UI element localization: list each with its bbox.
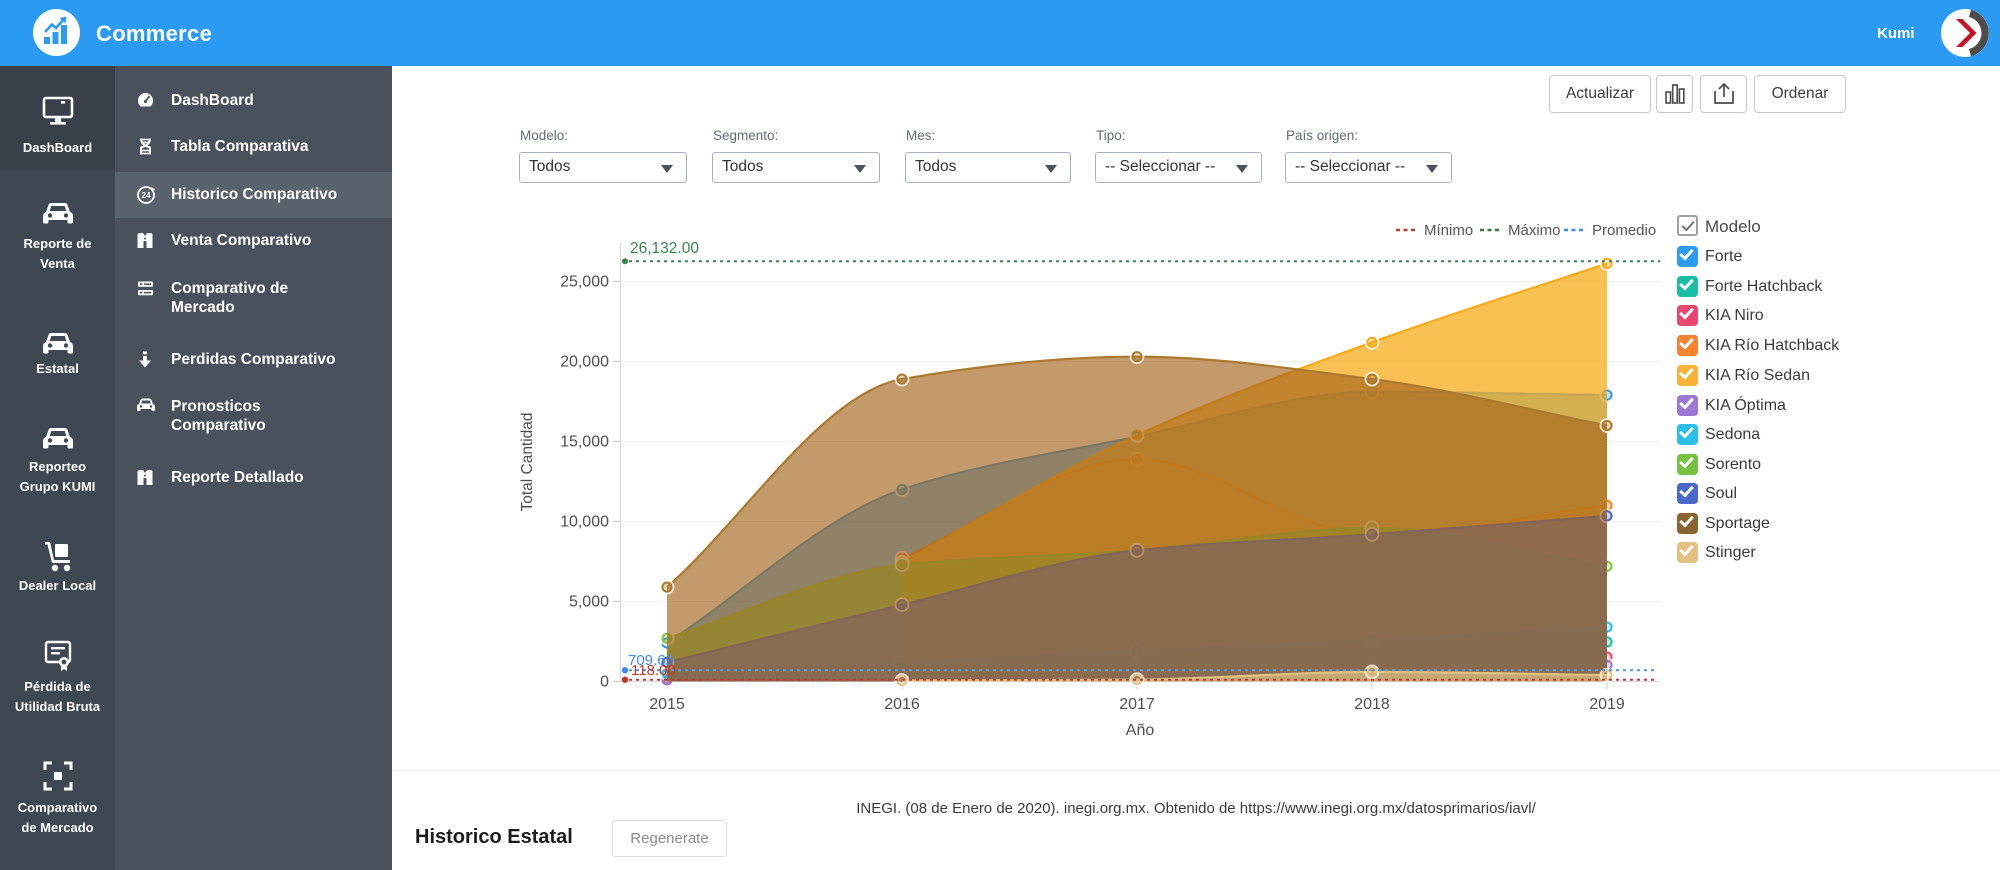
svg-text:25,000: 25,000	[560, 274, 609, 291]
svg-text:15,000: 15,000	[560, 434, 609, 451]
svg-text:2018: 2018	[1354, 696, 1390, 713]
svg-text:118.00: 118.00	[631, 662, 676, 679]
svg-text:Mínimo: Mínimo	[1424, 222, 1473, 239]
svg-text:0: 0	[600, 674, 609, 691]
svg-text:10,000: 10,000	[560, 514, 609, 531]
svg-text:Promedio: Promedio	[1592, 222, 1656, 239]
svg-text:20,000: 20,000	[560, 354, 609, 371]
svg-text:2017: 2017	[1119, 696, 1155, 713]
svg-text:2016: 2016	[884, 696, 920, 713]
svg-text:2019: 2019	[1589, 696, 1625, 713]
svg-text:26,132.00: 26,132.00	[630, 240, 699, 257]
svg-text:2015: 2015	[649, 696, 685, 713]
svg-text:Máximo: Máximo	[1508, 222, 1561, 239]
svg-text:5,000: 5,000	[569, 594, 609, 611]
svg-text:Total Cantidad: Total Cantidad	[519, 412, 536, 511]
svg-text:Año: Año	[1126, 722, 1155, 739]
